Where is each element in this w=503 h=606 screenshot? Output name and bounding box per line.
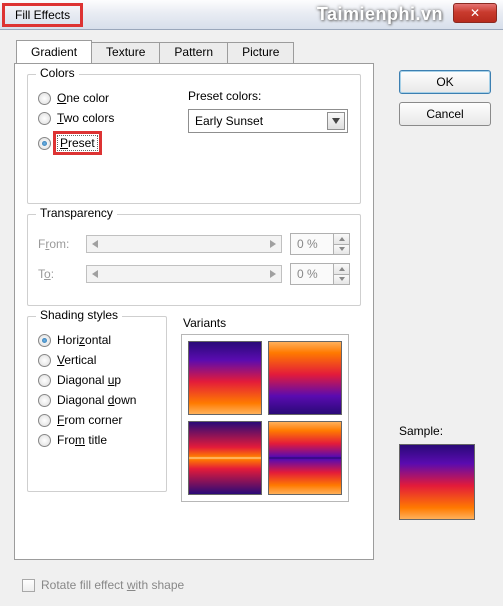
close-icon: ✕ (470, 6, 480, 20)
radio-icon (38, 414, 51, 427)
radio-label: Diagonal down (57, 393, 136, 407)
chevron-left-icon (87, 266, 103, 282)
from-label: From: (38, 237, 78, 251)
to-slider[interactable] (86, 265, 282, 283)
radio-icon (38, 434, 51, 447)
chevron-down-icon (334, 244, 349, 255)
variant-3[interactable] (188, 421, 262, 495)
radio-horizontal[interactable]: Horizontal (38, 333, 156, 347)
variant-4[interactable] (268, 421, 342, 495)
radio-icon (38, 92, 51, 105)
close-button[interactable]: ✕ (453, 3, 497, 23)
colors-group: Colors One color Two colors Preset Prese… (27, 74, 361, 204)
radio-label: One color (57, 91, 109, 105)
radio-label: Vertical (57, 353, 96, 367)
chevron-down-icon (334, 274, 349, 285)
tab-texture[interactable]: Texture (91, 42, 160, 65)
sample-label: Sample: (399, 424, 489, 438)
radio-label: Preset (53, 131, 102, 155)
chevron-right-icon (265, 236, 281, 252)
radio-icon (38, 112, 51, 125)
sample-swatch (399, 444, 475, 520)
to-label: To: (38, 267, 78, 281)
radio-label: From corner (57, 413, 122, 427)
radio-icon (38, 394, 51, 407)
radio-icon (38, 334, 51, 347)
client-area: Gradient Texture Pattern Picture OK Canc… (0, 30, 503, 606)
radio-preset[interactable]: Preset (38, 131, 350, 155)
radio-vertical[interactable]: Vertical (38, 353, 156, 367)
sample-area: Sample: (399, 424, 489, 520)
ok-button[interactable]: OK (399, 70, 491, 94)
rotate-checkbox[interactable]: Rotate fill effect with shape (22, 578, 184, 592)
radio-label: Two colors (57, 111, 114, 125)
watermark: Taimienphi.vn (317, 4, 443, 25)
radio-from-corner[interactable]: From corner (38, 413, 156, 427)
rotate-label: Rotate fill effect with shape (41, 578, 184, 592)
colors-legend: Colors (36, 66, 79, 80)
chevron-up-icon (334, 234, 349, 244)
combo-value: Early Sunset (195, 114, 263, 128)
radio-from-title[interactable]: From title (38, 433, 156, 447)
from-spinner[interactable]: 0 % (290, 233, 350, 255)
variant-2[interactable] (268, 341, 342, 415)
to-spinner[interactable]: 0 % (290, 263, 350, 285)
checkbox-icon (22, 579, 35, 592)
tab-body: Colors One color Two colors Preset Prese… (14, 63, 374, 560)
transparency-legend: Transparency (36, 206, 117, 220)
chevron-right-icon (265, 266, 281, 282)
radio-label: Diagonal up (57, 373, 121, 387)
radio-icon (38, 354, 51, 367)
from-slider[interactable] (86, 235, 282, 253)
to-value: 0 % (297, 267, 318, 281)
radio-label: Horizontal (57, 333, 111, 347)
variant-1[interactable] (188, 341, 262, 415)
variants-area: Variants (181, 316, 361, 502)
chevron-up-icon (334, 264, 349, 274)
tab-gradient[interactable]: Gradient (16, 40, 92, 63)
shading-group: Shading styles Horizontal Vertical Diago… (27, 316, 167, 492)
window-title: Fill Effects (2, 3, 83, 27)
tabstrip: Gradient Texture Pattern Picture (16, 40, 493, 63)
chevron-left-icon (87, 236, 103, 252)
tab-picture[interactable]: Picture (227, 42, 294, 65)
radio-label: From title (57, 433, 107, 447)
preset-colors-area: Preset colors: Early Sunset (188, 89, 348, 133)
shading-legend: Shading styles (36, 308, 122, 322)
transparency-group: Transparency From: 0 % To: (27, 214, 361, 306)
cancel-button[interactable]: Cancel (399, 102, 491, 126)
titlebar: Fill Effects Taimienphi.vn ✕ (0, 0, 503, 30)
tab-pattern[interactable]: Pattern (159, 42, 228, 65)
radio-diagonal-down[interactable]: Diagonal down (38, 393, 156, 407)
chevron-down-icon (327, 112, 345, 130)
radio-icon (38, 137, 51, 150)
from-value: 0 % (297, 237, 318, 251)
radio-diagonal-up[interactable]: Diagonal up (38, 373, 156, 387)
variants-grid (181, 334, 349, 502)
variants-label: Variants (183, 316, 361, 330)
dialog-buttons: OK Cancel (399, 70, 491, 134)
radio-icon (38, 374, 51, 387)
preset-colors-label: Preset colors: (188, 89, 348, 103)
preset-colors-combo[interactable]: Early Sunset (188, 109, 348, 133)
